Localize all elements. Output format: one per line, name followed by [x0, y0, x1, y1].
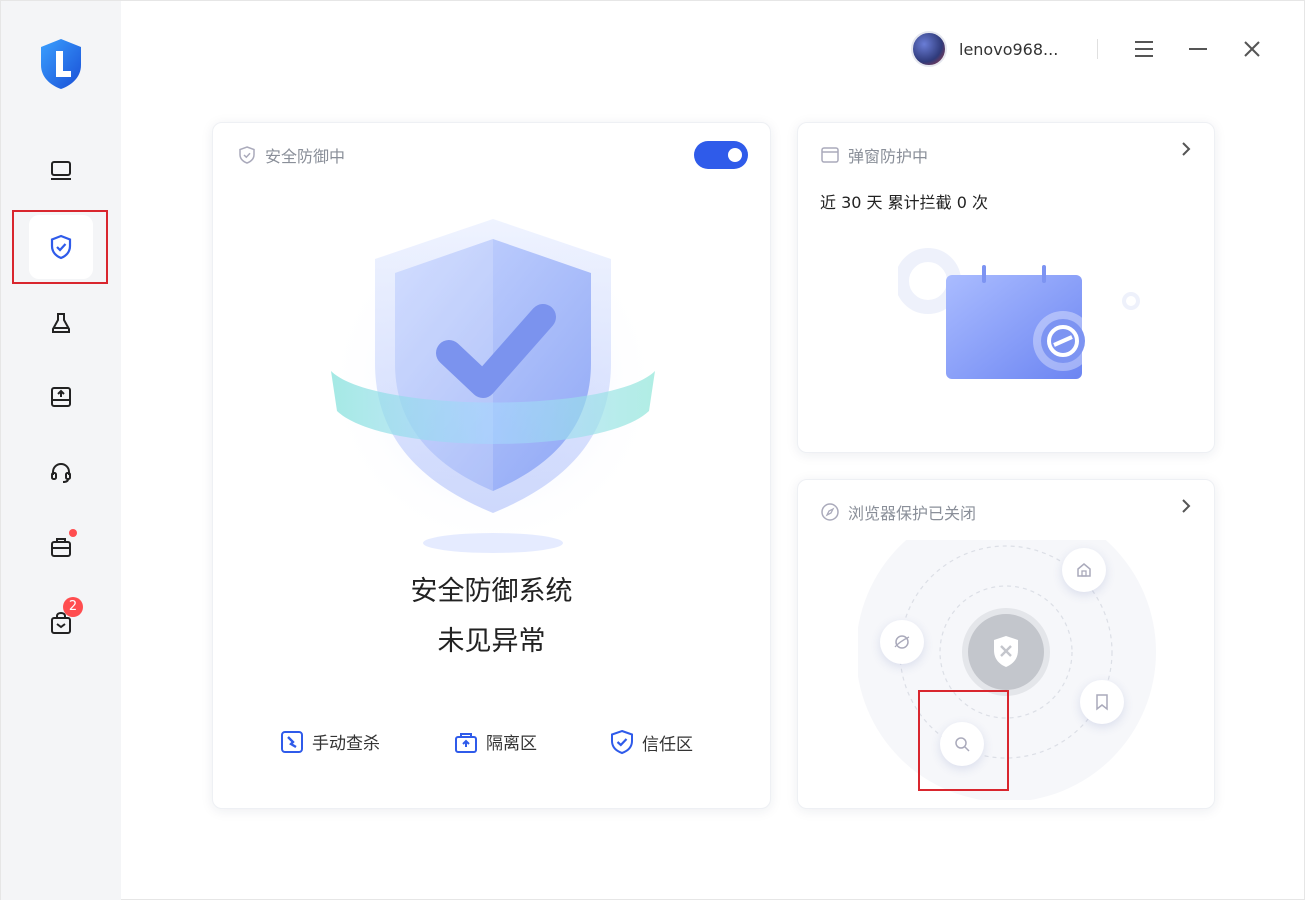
username: lenovo968...: [959, 39, 1059, 59]
sidebar-item-store[interactable]: 2: [29, 591, 93, 655]
sidebar: 2: [1, 1, 121, 900]
sidebar-item-toolbox[interactable]: [29, 515, 93, 579]
cleaner-icon: [52, 313, 70, 333]
quarantine-icon: [455, 732, 477, 753]
popup-calendar-illustration: [898, 248, 1140, 379]
popup-card-header: 弹窗防护中: [820, 143, 928, 167]
intercept-count: 近 30 天 累计拦截 0 次: [820, 193, 988, 212]
browser-card[interactable]: 浏览器保护已关闭: [797, 479, 1215, 809]
browser-card-header: 浏览器保护已关闭: [820, 500, 976, 524]
bookmark-icon: [1096, 694, 1108, 711]
browser-orbit-button[interactable]: [880, 620, 924, 664]
sidebar-item-service[interactable]: [29, 441, 93, 505]
shield-outline-icon: [239, 146, 255, 164]
defense-card: 安全防御中 安全防御系统 未见异常 手动查杀 隔离区 信任区: [212, 122, 771, 809]
toolbox-icon: [51, 538, 71, 557]
browser-card-title: 浏览器保护已关闭: [848, 504, 977, 523]
user-profile[interactable]: lenovo968...: [911, 31, 1058, 67]
shield-illustration: [323, 213, 663, 553]
home-icon: [1077, 563, 1091, 577]
count-badge: 2: [63, 597, 83, 617]
browser-orbit-illustration: [858, 540, 1156, 800]
status-line-2: 未见异常: [437, 626, 546, 657]
ie-browser-icon: [894, 635, 910, 649]
defense-card-header: 安全防御中: [237, 143, 345, 167]
manual-scan-icon: [281, 730, 303, 753]
status-line-1: 安全防御系统: [410, 576, 573, 607]
menu-button[interactable]: [1128, 33, 1160, 65]
sidebar-item-device[interactable]: [29, 139, 93, 203]
disk-icon: [51, 387, 71, 407]
quarantine-label: 隔离区: [486, 734, 537, 754]
monitor-icon: [51, 161, 71, 180]
sidebar-item-security[interactable]: [29, 215, 93, 279]
chevron-right-icon[interactable]: [1178, 141, 1194, 157]
sidebar-item-disk[interactable]: [29, 365, 93, 429]
avatar: [911, 31, 947, 67]
sidebar-item-clean[interactable]: [29, 291, 93, 355]
defense-toggle[interactable]: [694, 141, 748, 169]
close-icon: [1244, 41, 1260, 57]
trust-zone-label: 信任区: [642, 734, 693, 755]
bookmark-orbit-button[interactable]: [1080, 680, 1124, 724]
notification-dot: [69, 529, 77, 537]
trust-zone-button[interactable]: 信任区: [610, 729, 693, 755]
quarantine-button[interactable]: 隔离区: [454, 729, 537, 754]
popup-card-title: 弹窗防护中: [848, 147, 929, 166]
search-icon: [955, 737, 970, 752]
headset-icon: [51, 462, 71, 483]
search-orbit-button[interactable]: [940, 722, 984, 766]
defense-card-title: 安全防御中: [265, 147, 346, 166]
chevron-right-icon[interactable]: [1178, 498, 1194, 514]
menu-icon: [1135, 41, 1153, 57]
manual-scan-label: 手动查杀: [312, 734, 380, 754]
compass-icon: [821, 503, 839, 521]
home-orbit-button[interactable]: [1062, 548, 1106, 592]
app-logo: [37, 37, 85, 91]
window-icon: [821, 147, 839, 163]
shield-check-icon: [50, 234, 72, 260]
manual-scan-button[interactable]: 手动查杀: [280, 729, 380, 754]
trust-zone-icon: [611, 729, 633, 755]
app-window: 2 lenovo968... 安全防御中 安全防御系统 未见异常 手动查杀 隔离…: [0, 0, 1305, 900]
minimize-icon: [1189, 48, 1207, 50]
header-divider: [1097, 39, 1098, 59]
close-button[interactable]: [1236, 33, 1268, 65]
popup-card[interactable]: 弹窗防护中 近 30 天 累计拦截 0 次: [797, 122, 1215, 453]
minimize-button[interactable]: [1182, 33, 1214, 65]
